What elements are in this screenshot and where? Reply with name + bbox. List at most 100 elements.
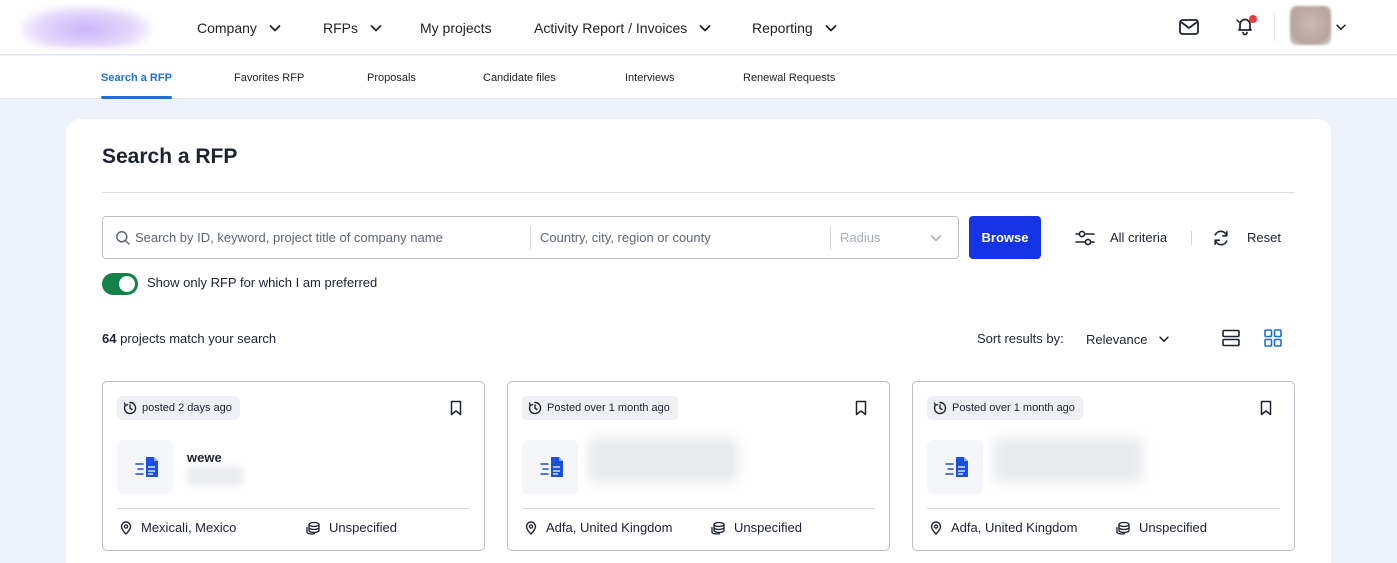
posted-text: Posted over 1 month ago (952, 402, 1075, 414)
tab-label: Renewal Requests (743, 71, 836, 84)
divider (530, 226, 531, 250)
preferred-toggle-label: Show only RFP for which I am preferred (147, 275, 378, 290)
document-icon (945, 457, 968, 477)
location-input[interactable] (540, 217, 825, 258)
rfp-card[interactable]: Posted over 1 month ago Adfa, United Kin… (912, 381, 1295, 551)
chevron-down-icon (1159, 336, 1170, 342)
budget-text: Unspecified (1139, 520, 1207, 535)
location-text: Adfa, United Kingdom (546, 520, 673, 535)
chevron-down-icon (930, 235, 942, 242)
card-budget: Unspecified (305, 520, 397, 535)
tab-renewal-requests[interactable]: Renewal Requests (743, 56, 835, 99)
posted-text: posted 2 days ago (142, 402, 232, 414)
rfp-card[interactable]: Posted over 1 month ago Adfa, United Kin… (507, 381, 890, 551)
refresh-icon (1214, 229, 1228, 246)
posted-badge: posted 2 days ago (117, 396, 240, 420)
all-criteria-label: All criteria (1110, 230, 1168, 245)
sort-value: Relevance (1086, 331, 1148, 347)
page-title: Search a RFP (102, 145, 238, 168)
tab-label: Favorites RFP (234, 71, 305, 84)
tab-label: Search a RFP (101, 71, 172, 84)
divider (102, 192, 1295, 193)
keyword-search-input[interactable] (135, 217, 527, 258)
nav-company[interactable]: Company (197, 0, 283, 55)
card-title: wewe (187, 450, 222, 465)
coins-icon (711, 521, 725, 535)
preferred-toggle[interactable] (102, 273, 138, 295)
toggle-knob (119, 276, 135, 292)
nav-activity-report[interactable]: Activity Report / Invoices (534, 0, 713, 55)
nav-activity-report-label: Activity Report / Invoices (534, 19, 688, 36)
search-icon (116, 231, 130, 245)
posted-badge: Posted over 1 month ago (927, 396, 1083, 420)
redacted-company-name (187, 466, 243, 486)
notification-dot (1249, 15, 1257, 23)
sort-label: Sort results by: (977, 331, 1064, 346)
card-location: Mexicali, Mexico (119, 520, 236, 535)
location-pin-icon (930, 520, 942, 535)
company-logo[interactable] (22, 6, 150, 48)
tab-interviews[interactable]: Interviews (625, 56, 675, 99)
chevron-down-icon (825, 24, 837, 31)
nav-rfps[interactable]: RFPs (323, 0, 384, 55)
nav-company-label: Company (197, 19, 257, 36)
card-budget: Unspecified (710, 520, 802, 535)
chevron-down-icon[interactable] (1334, 20, 1348, 34)
reset-label: Reset (1247, 230, 1281, 245)
redacted-title (993, 438, 1143, 482)
nav-reporting-label: Reporting (752, 19, 813, 36)
tab-proposals[interactable]: Proposals (367, 56, 416, 99)
sliders-icon (1075, 230, 1095, 245)
divider (1274, 13, 1275, 41)
tab-search-rfp[interactable]: Search a RFP (101, 56, 172, 99)
bookmark-icon[interactable] (449, 400, 463, 416)
location-text: Mexicali, Mexico (141, 520, 237, 535)
results-count: 64 projects match your search (102, 331, 276, 346)
document-icon (135, 457, 158, 477)
browse-button[interactable]: Browse (969, 216, 1041, 259)
divider (1191, 231, 1192, 245)
redacted-title (588, 438, 738, 482)
nav-rfps-label: RFPs (323, 19, 358, 36)
mail-icon[interactable] (1178, 17, 1200, 37)
chevron-down-icon (269, 24, 281, 31)
tab-candidate-files[interactable]: Candidate files (483, 56, 556, 99)
budget-text: Unspecified (329, 520, 397, 535)
location-pin-icon (120, 520, 132, 535)
reset-button[interactable]: Reset (1211, 216, 1281, 259)
sort-select[interactable]: Relevance (1086, 327, 1171, 351)
chevron-down-icon (699, 24, 711, 31)
divider (522, 508, 875, 509)
coins-icon (1116, 521, 1130, 535)
divider (927, 508, 1280, 509)
nav-reporting[interactable]: Reporting (752, 0, 839, 55)
tab-label: Candidate files (483, 71, 556, 84)
document-thumbnail (927, 440, 983, 494)
location-text: Adfa, United Kingdom (951, 520, 1078, 535)
grid-view-icon[interactable] (1263, 328, 1283, 348)
top-navbar: Company RFPs My projects Activity Report… (0, 0, 1397, 55)
bookmark-icon[interactable] (854, 400, 868, 416)
radius-select[interactable]: Radius (840, 217, 958, 258)
sub-navbar: Search a RFP Favorites RFP Proposals Can… (0, 56, 1397, 99)
card-budget: Unspecified (1115, 520, 1207, 535)
tab-favorites-rfp[interactable]: Favorites RFP (234, 56, 304, 99)
nav-my-projects[interactable]: My projects (420, 0, 492, 55)
bookmark-icon[interactable] (1259, 400, 1273, 416)
clock-icon (933, 401, 947, 415)
tab-label: Interviews (625, 71, 675, 84)
list-view-icon[interactable] (1221, 328, 1241, 348)
location-pin-icon (525, 520, 537, 535)
budget-text: Unspecified (734, 520, 802, 535)
all-criteria-button[interactable]: All criteria (1074, 216, 1167, 259)
document-thumbnail (117, 440, 173, 494)
divider (117, 508, 470, 509)
card-location: Adfa, United Kingdom (929, 520, 1077, 535)
posted-text: Posted over 1 month ago (547, 402, 670, 414)
document-icon (540, 457, 563, 477)
avatar[interactable] (1290, 6, 1331, 45)
clock-icon (123, 401, 137, 415)
card-location: Adfa, United Kingdom (524, 520, 672, 535)
nav-my-projects-label: My projects (420, 19, 492, 36)
rfp-card[interactable]: posted 2 days ago wewe Mexicali, Mexico … (102, 381, 485, 551)
